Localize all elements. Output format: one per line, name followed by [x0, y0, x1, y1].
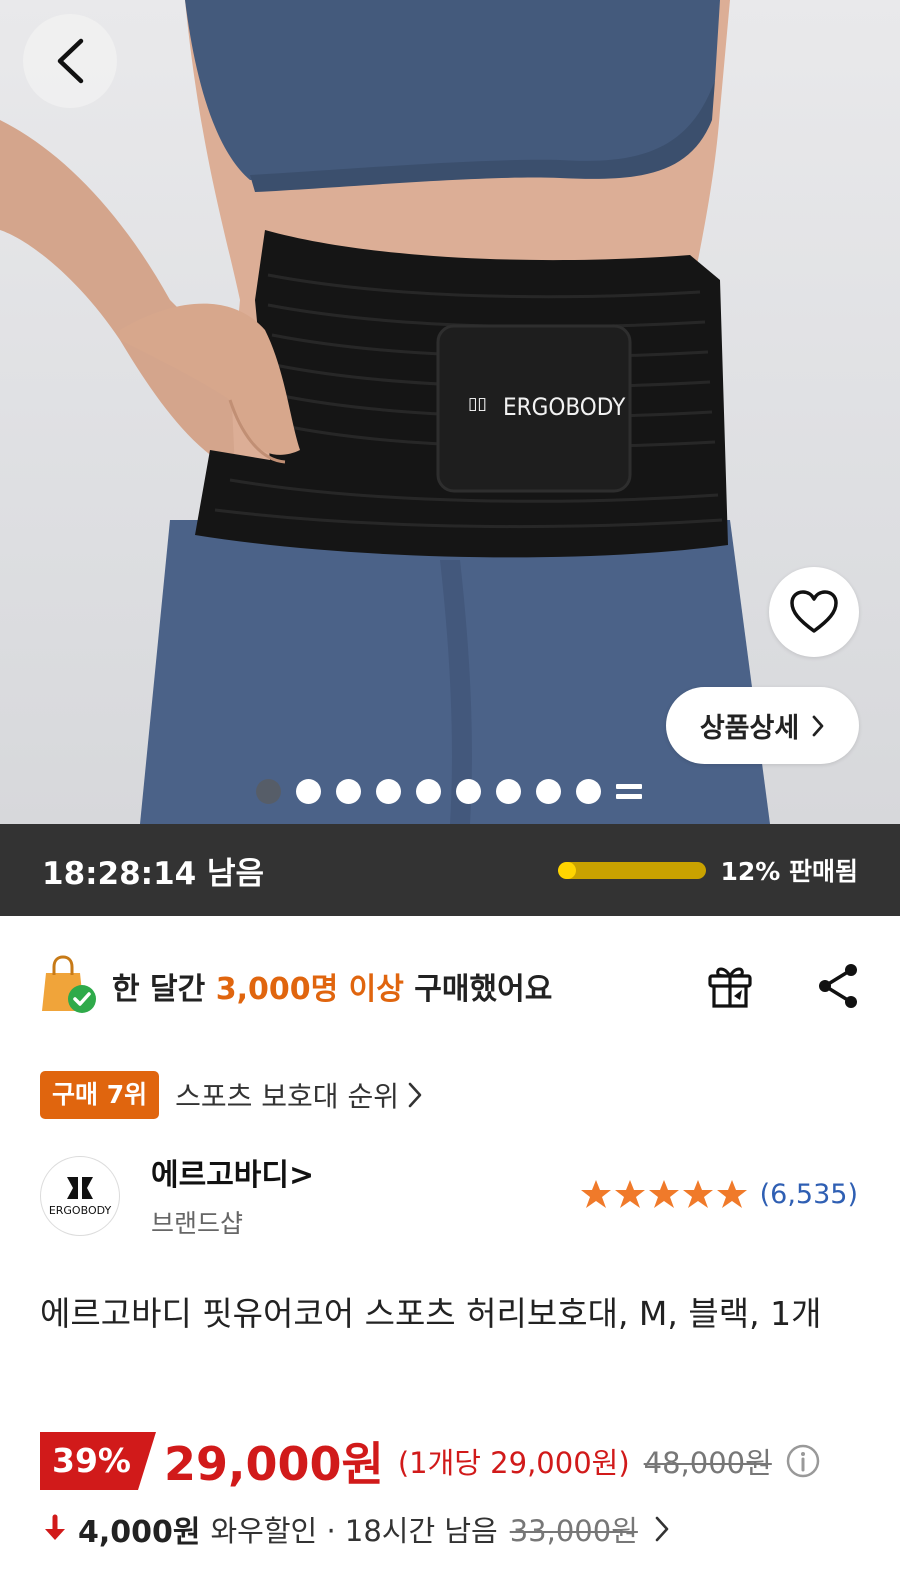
carousel-dot[interactable] [416, 778, 441, 804]
brand-logo-text: ERGOBODY [48, 1204, 112, 1217]
carousel-dot[interactable] [296, 778, 321, 804]
time-remaining: 18:28:14 남음 [42, 855, 265, 892]
chevron-right-icon [655, 1516, 669, 1542]
wow-original-price: 33,000원 [509, 1514, 638, 1548]
chevron-right-icon [812, 715, 824, 736]
star-rating-icon [580, 1180, 747, 1208]
purchase-count-row: 한 달간 3,000명 이상 구매했어요 [40, 950, 860, 1022]
product-detail-button[interactable]: 상품상세 [666, 687, 859, 764]
carousel-more-icon[interactable] [616, 778, 642, 804]
price-row: 39% 29,000원 (1개당 29,000원) 48,000원 [40, 1432, 820, 1491]
carousel-dot[interactable] [536, 778, 561, 804]
product-image-carousel[interactable]: ▯▯ ERGOBODY 상품상세 [0, 0, 900, 824]
carousel-indicator [256, 778, 642, 804]
carousel-dot[interactable] [376, 778, 401, 804]
brand-logo[interactable]: ERGOBODY [40, 1156, 120, 1236]
product-detail-label: 상품상세 [699, 713, 800, 744]
unit-price: (1개당 29,000원) [397, 1446, 630, 1480]
original-price: 48,000원 [643, 1446, 772, 1480]
carousel-dot[interactable] [576, 778, 601, 804]
sold-progress-bar [558, 861, 707, 879]
ranking-link[interactable]: 구매 7위 스포츠 보호대 순위 [40, 1071, 423, 1119]
sold-percent-label: 12% 판매됨 [720, 857, 858, 886]
share-icon[interactable] [816, 962, 860, 1010]
shopping-bag-check-icon [42, 955, 96, 1013]
purchase-count-prefix: 한 달간 [112, 972, 216, 1007]
belt-logo-icon: ▯▯ [468, 394, 487, 414]
review-count: (6,535) [759, 1178, 858, 1210]
brand-shop-label: 브랜드샵 [151, 1209, 244, 1238]
purchase-count-suffix: 구매했어요 [403, 972, 553, 1007]
heart-icon [790, 590, 838, 633]
deal-timer-bar: 18:28:14 남음 12% 판매됨 [0, 824, 900, 916]
brand-mark-icon [67, 1177, 93, 1199]
rank-badge: 구매 7위 [40, 1071, 160, 1119]
info-icon[interactable] [786, 1444, 820, 1478]
discount-rate: 39% [52, 1441, 131, 1480]
purchase-count-highlight: 3,000명 이상 [215, 972, 404, 1007]
wow-discount-label: 와우할인 · 18시간 남음 [210, 1514, 498, 1548]
purchase-count-text: 한 달간 3,000명 이상 구매했어요 [112, 964, 552, 1008]
arrow-down-icon [45, 1514, 65, 1540]
wow-discount-row[interactable]: 4,000원 와우할인 · 18시간 남음 33,000원 [40, 1506, 670, 1552]
sold-progress: 12% 판매됨 [558, 852, 858, 888]
chevron-left-icon [57, 38, 84, 84]
sold-progress-fill [558, 861, 577, 879]
favorite-button[interactable] [769, 567, 859, 657]
gift-icon[interactable] [706, 962, 754, 1010]
chevron-right-icon [408, 1082, 422, 1108]
rank-category-link: 스포츠 보호대 순위 [175, 1080, 399, 1113]
back-button[interactable] [23, 14, 117, 108]
rating-summary[interactable]: (6,535) [580, 1178, 858, 1210]
carousel-dot[interactable] [256, 778, 281, 804]
belt-logo-text: ERGOBODY [503, 393, 626, 421]
sale-price: 29,000원 [164, 1437, 384, 1491]
carousel-dot[interactable] [496, 778, 521, 804]
wow-discount-amount: 4,000원 [78, 1515, 201, 1550]
product-title: 에르고바디 핏유어코어 스포츠 허리보호대, M, 블랙, 1개 [40, 1294, 822, 1333]
brand-name-link[interactable]: 에르고바디> [151, 1150, 314, 1194]
carousel-dot[interactable] [456, 778, 481, 804]
carousel-dot[interactable] [336, 778, 361, 804]
discount-badge: 39% [40, 1432, 156, 1490]
